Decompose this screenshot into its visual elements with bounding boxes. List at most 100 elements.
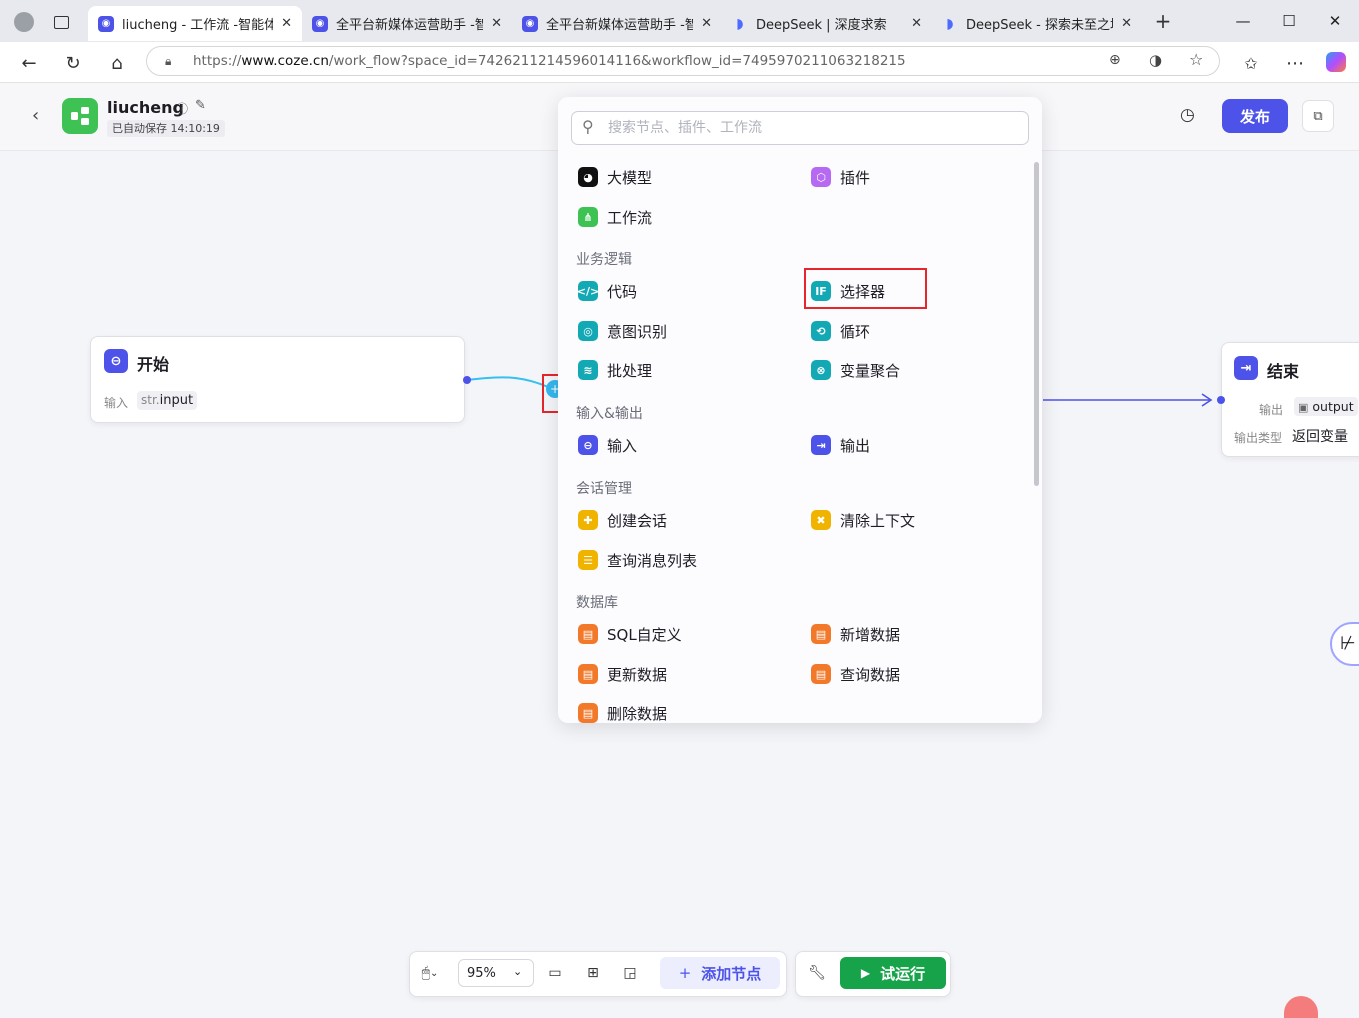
end-icon: ⇥ [1234, 356, 1258, 380]
node-item-label: 大模型 [607, 168, 653, 187]
node-item-label: 循环 [840, 322, 871, 341]
tab-media-assistant-2[interactable]: ◉ 全平台新媒体运营助手 -智能 ✕ [512, 6, 722, 41]
node-item-output[interactable]: ⇥ 输出 [811, 432, 870, 458]
start-node[interactable]: ⊖ 开始 输入 str.input [90, 336, 465, 423]
node-item-clear-context[interactable]: ✖ 清除上下文 [811, 507, 915, 533]
node-item-label: 输出 [840, 436, 871, 455]
tab-liucheng[interactable]: ◉ liucheng - 工作流 -智能体平 ✕ [88, 6, 302, 41]
url-field[interactable]: 🔒︎ https://www.coze.cn/work_flow?space_i… [146, 46, 1220, 76]
maximize-icon[interactable]: ☐ [1266, 0, 1312, 42]
node-item-sql[interactable]: ▤ SQL自定义 [578, 621, 682, 647]
node-item-plugin[interactable]: ⬡ 插件 [811, 164, 870, 190]
node-item-message-list[interactable]: ☰ 查询消息列表 [578, 547, 697, 573]
browser-tab-bar: ◉ liucheng - 工作流 -智能体平 ✕ ◉ 全平台新媒体运营助手 -智… [0, 0, 1359, 42]
variable-merge-icon: ⊗ [811, 360, 831, 380]
output-icon: ⇥ [811, 435, 831, 455]
node-item-label: 输入 [607, 436, 638, 455]
node-item-llm[interactable]: ◕ 大模型 [578, 164, 652, 190]
close-icon[interactable]: ✕ [491, 16, 502, 31]
tab-title: DeepSeek | 深度求索 [756, 18, 887, 33]
profile-icon[interactable] [14, 12, 34, 32]
end-input-port[interactable] [1217, 396, 1225, 404]
favorite-star-icon[interactable]: ☆ [1189, 50, 1203, 69]
zoom-select[interactable]: 95% ⌄ [458, 959, 534, 987]
test-run-button[interactable]: ▶ 试运行 [840, 957, 946, 989]
deepseek-icon: ◗ [946, 15, 954, 32]
node-item-batch[interactable]: ≋ 批处理 [578, 357, 652, 383]
add-node-button[interactable]: + 添加节点 [660, 957, 780, 989]
start-node-title: 开始 [137, 355, 170, 374]
close-icon[interactable]: ✕ [281, 16, 292, 31]
plus-icon: + [678, 964, 692, 982]
start-output-port[interactable] [463, 376, 471, 384]
edit-icon[interactable]: ✎ [195, 98, 206, 113]
node-search-input[interactable] [606, 119, 1010, 137]
play-icon: ▶ [860, 966, 871, 980]
end-node[interactable]: ⇥ 结束 输出 ▣ output 输出类型 返回变量 [1221, 342, 1359, 457]
end-output-label: 输出 [1259, 403, 1284, 417]
batch-icon: ≋ [578, 360, 598, 380]
add-node-panel: ⚲ ◕大模型 ⬡插件 ⋔工作流 业务逻辑 </>代码 IF选择器 ◎意图识别 ⟲… [558, 97, 1042, 723]
workflow-icon: ⋔ [578, 207, 598, 227]
tab-deepseek-2[interactable]: ◗ DeepSeek - 探索未至之境 ✕ [932, 6, 1142, 41]
reload-icon[interactable]: ↻ [60, 50, 86, 76]
comment-icon[interactable]: ▭ [543, 961, 567, 985]
read-aloud-icon[interactable]: ◑ [1149, 51, 1162, 69]
node-item-intent[interactable]: ◎ 意图识别 [578, 318, 667, 344]
node-item-add-data[interactable]: ▤ 新增数据 [811, 621, 900, 647]
favorites-icon[interactable]: ✩ [1238, 50, 1264, 76]
close-icon[interactable]: ✕ [911, 16, 922, 31]
layout-icon[interactable]: ⊞ [581, 961, 605, 985]
node-search-box[interactable]: ⚲ [571, 111, 1029, 145]
info-icon[interactable]: ⓘ [176, 100, 188, 117]
home-icon[interactable]: ⌂ [104, 50, 130, 76]
node-item-delete-data[interactable]: ▤ 删除数据 [578, 700, 667, 723]
intent-icon: ◎ [578, 321, 598, 341]
address-bar-row: ← ↻ ⌂ 🔒︎ https://www.coze.cn/work_flow?s… [0, 42, 1359, 83]
node-item-update-data[interactable]: ▤ 更新数据 [578, 661, 667, 687]
node-item-variable-merge[interactable]: ⊗ 变量聚合 [811, 357, 900, 383]
publish-button[interactable]: 发布 [1222, 99, 1288, 133]
new-tab-icon[interactable]: + [1152, 10, 1174, 32]
image-type-icon: ▣ [1298, 401, 1309, 414]
minimap-icon[interactable]: ◲ [618, 961, 642, 985]
more-menu-icon[interactable]: ⋯ [1282, 50, 1308, 76]
node-item-create-chat[interactable]: ✚ 创建会话 [578, 507, 667, 533]
sql-icon: ▤ [578, 624, 598, 644]
minimize-icon[interactable]: — [1220, 0, 1266, 42]
tab-deepseek-1[interactable]: ◗ DeepSeek | 深度求索 ✕ [722, 6, 932, 41]
node-item-input[interactable]: ⊖ 输入 [578, 432, 637, 458]
back-icon[interactable]: ‹ [32, 105, 39, 126]
workflow-name: liucheng [107, 98, 184, 117]
node-item-loop[interactable]: ⟲ 循环 [811, 318, 870, 344]
tab-title: liucheng - 工作流 -智能体平 [122, 18, 274, 33]
node-item-code[interactable]: </> 代码 [577, 278, 637, 304]
zoom-icon[interactable]: ⊕ [1109, 52, 1121, 68]
panel-scrollbar[interactable] [1034, 162, 1039, 486]
node-item-label: SQL自定义 [607, 625, 682, 644]
node-item-workflow[interactable]: ⋔ 工作流 [578, 204, 652, 230]
mouse-mode-icon[interactable]: 🖱︎ ⌄ [418, 961, 442, 985]
back-arrow-icon[interactable]: ← [16, 50, 42, 76]
node-item-label: 查询数据 [840, 665, 901, 684]
end-output-type-label: 输出类型 [1234, 431, 1283, 445]
copy-icon[interactable]: ⧉ [1302, 100, 1334, 132]
tab-media-assistant-1[interactable]: ◉ 全平台新媒体运营助手 -智能 ✕ [302, 6, 512, 41]
url-host: www.coze.cn [241, 53, 329, 69]
node-item-label: 插件 [840, 168, 871, 187]
history-icon[interactable]: ◷ [1180, 105, 1195, 125]
coze-icon: ◉ [522, 15, 538, 32]
tab-actions-icon[interactable] [54, 16, 69, 29]
url-path: /work_flow?space_id=7426211214596014116&… [328, 53, 906, 69]
canvas-toolbar: 🖱︎ ⌄ 95% ⌄ ▭ ⊞ ◲ + 添加节点 [409, 951, 787, 997]
node-item-query-data[interactable]: ▤ 查询数据 [811, 661, 900, 687]
close-icon[interactable]: ✕ [1121, 16, 1132, 31]
node-item-label: 清除上下文 [840, 511, 916, 530]
window-close-icon[interactable]: ✕ [1312, 0, 1358, 42]
copilot-icon[interactable] [1326, 52, 1346, 72]
create-chat-icon: ✚ [578, 510, 598, 530]
node-item-label: 更新数据 [607, 665, 668, 684]
lock-icon: 🔒︎ [165, 54, 172, 68]
close-icon[interactable]: ✕ [701, 16, 712, 31]
wrench-icon[interactable]: 🔧︎ [805, 961, 829, 985]
